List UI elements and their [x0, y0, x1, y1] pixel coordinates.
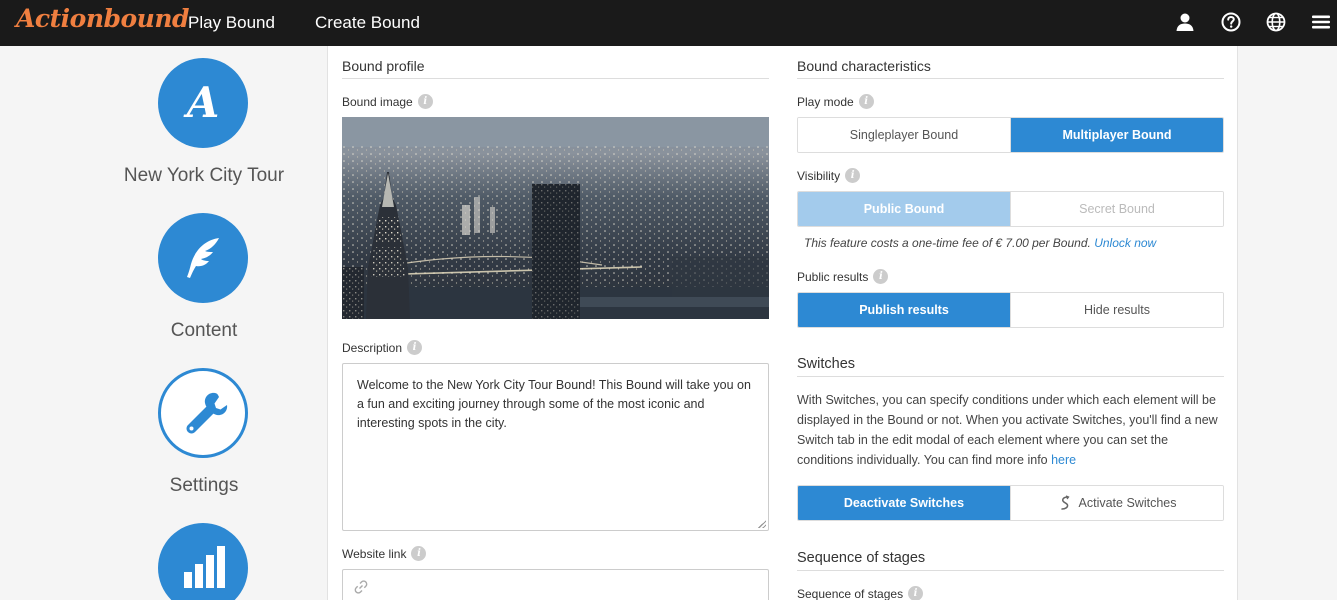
main-panel: Bound profile Bound image i Description … [327, 46, 1238, 600]
sidebar-item-content[interactable] [158, 213, 248, 303]
unlock-now-link[interactable]: Unlock now [1094, 236, 1156, 250]
website-link-input[interactable] [342, 569, 769, 600]
nav-create-bound[interactable]: Create Bound [315, 13, 420, 33]
publish-results-button[interactable]: Publish results [798, 293, 1010, 327]
secret-bound-button[interactable]: Secret Bound [1010, 192, 1223, 226]
sidebar-item-bound[interactable]: A [158, 58, 248, 148]
feather-icon [187, 238, 219, 278]
info-icon[interactable]: i [858, 94, 874, 109]
info-icon[interactable]: i [417, 94, 433, 109]
public-results-label: Public results i [797, 269, 889, 284]
section-title-sequence: Sequence of stages [797, 550, 1224, 571]
top-bar: Actionbound Play Bound Create Bound [0, 0, 1337, 46]
sidebar-item-label-settings[interactable]: Settings [80, 475, 328, 497]
menu-icon[interactable] [1310, 11, 1332, 33]
wrench-icon [186, 392, 228, 434]
hide-results-button[interactable]: Hide results [1010, 293, 1223, 327]
play-mode-label: Play mode i [797, 94, 874, 109]
sidebar: A New York City Tour Content Settings [0, 46, 327, 600]
info-icon[interactable]: i [407, 340, 423, 355]
user-icon[interactable] [1174, 11, 1196, 33]
info-icon[interactable]: i [411, 546, 427, 561]
public-results-toggle: Publish results Hide results [797, 292, 1224, 328]
sequence-label: Sequence of stages i [797, 586, 924, 600]
sidebar-item-label-bound[interactable]: New York City Tour [80, 165, 328, 187]
activate-switches-button[interactable]: Activate Switches [1010, 486, 1223, 520]
fee-note: This feature costs a one-time fee of € 7… [804, 236, 1157, 250]
globe-icon[interactable] [1265, 11, 1287, 33]
singleplayer-bound-button[interactable]: Singleplayer Bound [798, 118, 1010, 152]
info-icon[interactable]: i [873, 269, 889, 284]
bound-image[interactable] [342, 117, 769, 319]
section-title-switches: Switches [797, 356, 1224, 377]
help-icon[interactable] [1220, 11, 1242, 33]
sidebar-item-results[interactable] [158, 523, 248, 600]
switches-description: With Switches, you can specify condition… [797, 393, 1218, 467]
website-link-label: Website link i [342, 546, 427, 561]
nav-play-bound[interactable]: Play Bound [188, 13, 275, 33]
actionbound-logo-icon: A [183, 78, 220, 127]
section-title-bound-profile: Bound profile [342, 58, 769, 79]
switches-here-link[interactable]: here [1051, 453, 1076, 467]
link-icon [354, 580, 368, 594]
public-bound-button[interactable]: Public Bound [798, 192, 1010, 226]
resize-handle[interactable] [758, 520, 766, 528]
bound-image-label: Bound image i [342, 94, 433, 109]
city-skyline-image [342, 117, 769, 319]
description-textarea[interactable]: Welcome to the New York City Tour Bound!… [342, 363, 769, 531]
sidebar-item-label-content[interactable]: Content [80, 320, 328, 342]
svg-text:A: A [183, 78, 220, 127]
visibility-toggle: Public Bound Secret Bound [797, 191, 1224, 227]
section-title-bound-characteristics: Bound characteristics [797, 58, 1224, 79]
description-label: Description i [342, 340, 423, 355]
switch-icon [1060, 495, 1070, 510]
play-mode-toggle: Singleplayer Bound Multiplayer Bound [797, 117, 1224, 153]
deactivate-switches-button[interactable]: Deactivate Switches [798, 486, 1010, 520]
actionbound-logo[interactable]: Actionbound [16, 4, 190, 33]
visibility-label: Visibility i [797, 168, 861, 183]
sidebar-item-settings[interactable] [158, 368, 248, 458]
switches-toggle: Deactivate Switches Activate Switches [797, 485, 1224, 521]
info-icon[interactable]: i [908, 586, 924, 600]
multiplayer-bound-button[interactable]: Multiplayer Bound [1010, 118, 1223, 152]
bar-chart-icon [184, 546, 225, 588]
info-icon[interactable]: i [845, 168, 861, 183]
